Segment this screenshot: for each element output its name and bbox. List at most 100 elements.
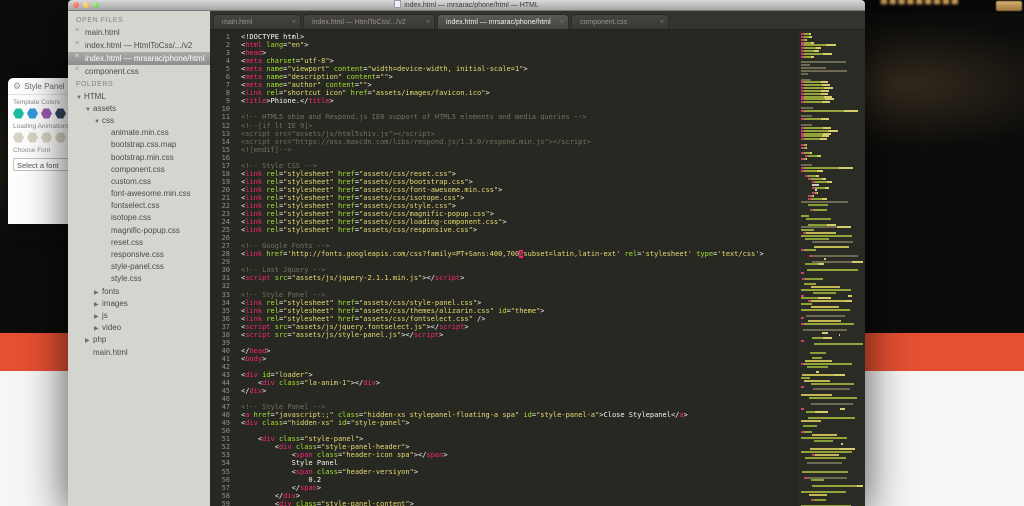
minimap-row [801,69,863,72]
open-file-item[interactable]: × index.html — HtmlToCss/.../v2 [68,39,210,52]
minimap-row [801,277,863,280]
minimap-row [801,340,863,343]
minimap-row [801,334,863,337]
chevron-right-icon[interactable]: ▶ [94,301,102,308]
tree-folder-item[interactable]: ▶ video [68,322,210,334]
editor-tab[interactable]: component.css × [571,14,669,29]
minimap-row [801,445,863,447]
open-file-label: main.html [85,28,120,37]
chevron-down-icon[interactable]: ▼ [76,95,84,101]
minimap-row [801,323,863,326]
tree-file-item[interactable]: style.css [68,273,210,285]
close-file-icon[interactable]: × [75,27,79,34]
open-file-label: index.html — mrsarac/phone/html [85,54,205,63]
minimap-row [801,212,863,214]
tree-file-item[interactable]: main.html [68,346,210,358]
tree-file-item[interactable]: animate.min.css [68,127,210,139]
minimap-row [801,283,863,286]
close-file-icon[interactable]: × [75,40,79,47]
chevron-right-icon[interactable]: ▶ [85,337,93,344]
template-colors-label: Template Colors [13,99,60,106]
tree-file-item[interactable]: custom.css [68,175,210,187]
open-file-item[interactable]: × main.html [68,26,210,39]
minimap-row [801,476,863,479]
tree-file-item[interactable]: responsive.css [68,248,210,260]
tree-file-item[interactable]: bootstrap.min.css [68,151,210,163]
tree-folder-item[interactable]: ▼ HTML [68,90,210,102]
chevron-down-icon[interactable]: ▼ [85,107,93,113]
tab-close-icon[interactable]: × [426,15,430,29]
tree-file-item[interactable]: reset.css [68,236,210,248]
tree-file-item[interactable]: isotope.css [68,212,210,224]
tree-file-item[interactable]: fontselect.css [68,200,210,212]
minimap-row [801,462,863,465]
tree-file-item[interactable]: magnific-popup.css [68,224,210,236]
minimap-row [801,488,863,490]
tab-close-icon[interactable]: × [660,15,664,29]
loading-animation-hex-swatch[interactable] [13,132,24,143]
minimap-row [801,106,863,109]
tree-file-item[interactable]: font-awesome.min.css [68,188,210,200]
template-color-hex-swatch[interactable] [27,108,38,119]
minimap[interactable] [798,30,865,506]
loading-animation-hex-swatch[interactable] [27,132,38,143]
tree-folder-item[interactable]: ▶ js [68,309,210,321]
code-pane[interactable]: <!DOCTYPE html> <html lang="en"> <head> … [235,30,798,506]
template-color-hex-swatch[interactable] [13,108,24,119]
tree-file-item[interactable]: bootstrap.css.map [68,139,210,151]
editor-tab[interactable]: index.html — mrsarac/phone/html × [437,14,569,29]
minimap-row [801,129,863,132]
tab-close-icon[interactable]: × [292,15,296,29]
template-color-hex-swatch[interactable] [41,108,52,119]
minimap-row [801,419,863,422]
tree-folder-item[interactable]: ▼ css [68,114,210,126]
close-file-icon[interactable]: × [75,66,79,73]
tree-item-label: HTML [84,91,106,101]
minimap-row [801,382,863,385]
loading-animations-label: Loading Animations [13,123,70,130]
tree-item-label: component.css [111,164,165,174]
font-select-box[interactable]: Select a font [13,158,70,171]
chevron-right-icon[interactable]: ▶ [94,289,102,296]
loading-animation-hex-swatch[interactable] [55,132,66,143]
minimap-row [801,436,863,439]
minimap-row [801,163,863,166]
minimap-row [801,416,863,419]
minimap-row [801,497,863,499]
tree-folder-item[interactable]: ▼ assets [68,102,210,114]
tab-label: index.html — HtmlToCss/.../v2 [312,19,406,26]
open-files-list: × main.html × index.html — HtmlToCss/.../v2… [68,26,210,78]
minimap-row [801,385,863,388]
template-color-hex-swatch[interactable] [55,108,66,119]
code-area[interactable]: 1 2 3 4 5 6 7 8 9 10 11 12 13 14 15 16 17 18 19 20 21 22 23 24 2… [210,30,865,506]
chevron-right-icon[interactable]: ▶ [94,313,102,320]
minimap-row [801,158,863,161]
editor-tab[interactable]: index.html — HtmlToCss/.../v2 × [303,14,435,29]
loading-animation-hex-swatch[interactable] [41,132,52,143]
tree-folder-item[interactable]: ▶ images [68,297,210,309]
tab-label: main.html [222,19,253,26]
chevron-down-icon[interactable]: ▼ [94,119,102,125]
minimap-row [801,215,863,217]
tree-file-item[interactable]: style-panel.css [68,261,210,273]
tab-label: index.html — mrsarac/phone/html [446,19,551,26]
open-file-item[interactable]: × index.html — mrsarac/phone/html [68,52,210,65]
minimap-row [801,209,863,212]
minimap-row [801,257,863,260]
minimap-row [801,237,863,240]
tree-file-item[interactable]: component.css [68,163,210,175]
tree-folder-item[interactable]: ▶ php [68,334,210,346]
minimap-row [801,431,863,434]
chevron-right-icon[interactable]: ▶ [94,325,102,332]
open-file-label: component.css [85,67,139,76]
minimap-row [801,161,863,163]
minimap-row [801,223,863,226]
open-file-item[interactable]: × component.css [68,65,210,78]
tab-close-icon[interactable]: × [560,15,564,29]
minimap-row [801,331,863,334]
close-file-icon[interactable]: × [75,53,79,60]
tree-folder-item[interactable]: ▶ fonts [68,285,210,297]
minimap-row [801,186,863,189]
editor-tab[interactable]: main.html × [213,14,301,29]
minimap-row [801,460,863,462]
